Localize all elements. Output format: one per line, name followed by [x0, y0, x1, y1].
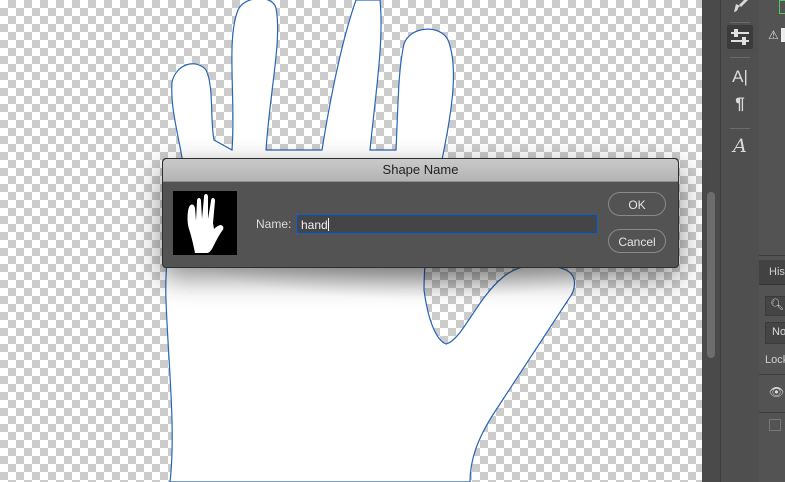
glyphs-icon[interactable]: A: [727, 134, 753, 158]
layer-row[interactable]: 👁︎: [759, 374, 785, 413]
layer-search-field[interactable]: 🔍︎: [765, 296, 785, 316]
tool-separator: [730, 128, 750, 129]
shape-name-value: hand: [301, 218, 328, 232]
tool-separator: [730, 57, 750, 58]
panel-icon-strip: A| ¶ A: [720, 0, 760, 482]
search-icon: 🔍︎: [770, 299, 784, 311]
hand-shape-icon: [187, 194, 224, 253]
color-swatch[interactable]: [779, 0, 785, 14]
history-tab-label: His: [769, 266, 785, 278]
lock-label: Lock: [765, 354, 785, 366]
right-panel: ⚠ His 🔍︎ No Lock 👁︎: [759, 0, 785, 482]
visibility-eye-icon[interactable]: 👁︎: [769, 385, 784, 399]
properties-panel: ⚠: [759, 0, 785, 256]
warning-text-fragment: [781, 28, 785, 42]
text-cursor: [327, 218, 329, 231]
visibility-toggle-icon[interactable]: [769, 419, 781, 431]
ok-button[interactable]: OK: [608, 192, 666, 216]
tool-separator: [730, 22, 750, 23]
name-label: Name:: [256, 217, 292, 231]
character-icon[interactable]: A|: [727, 65, 753, 89]
sliders-icon[interactable]: [727, 25, 753, 49]
dialog-title: Shape Name: [163, 159, 678, 182]
shape-name-input[interactable]: hand: [296, 214, 598, 234]
scrollbar-thumb[interactable]: [707, 192, 715, 358]
shape-preview: [173, 191, 237, 255]
history-panel-tab[interactable]: His: [759, 260, 785, 285]
blend-mode-value: No: [772, 326, 785, 338]
warning-icon: ⚠: [768, 28, 779, 42]
paragraph-icon[interactable]: ¶: [727, 92, 753, 116]
shape-name-dialog: Shape Name Name: hand OK Cancel: [162, 158, 679, 268]
blend-mode-select[interactable]: No: [765, 322, 785, 344]
cancel-button[interactable]: Cancel: [608, 229, 666, 253]
brush-icon[interactable]: [727, 0, 753, 18]
canvas-scrollbar[interactable]: [702, 0, 720, 482]
layer-row[interactable]: [759, 412, 785, 441]
